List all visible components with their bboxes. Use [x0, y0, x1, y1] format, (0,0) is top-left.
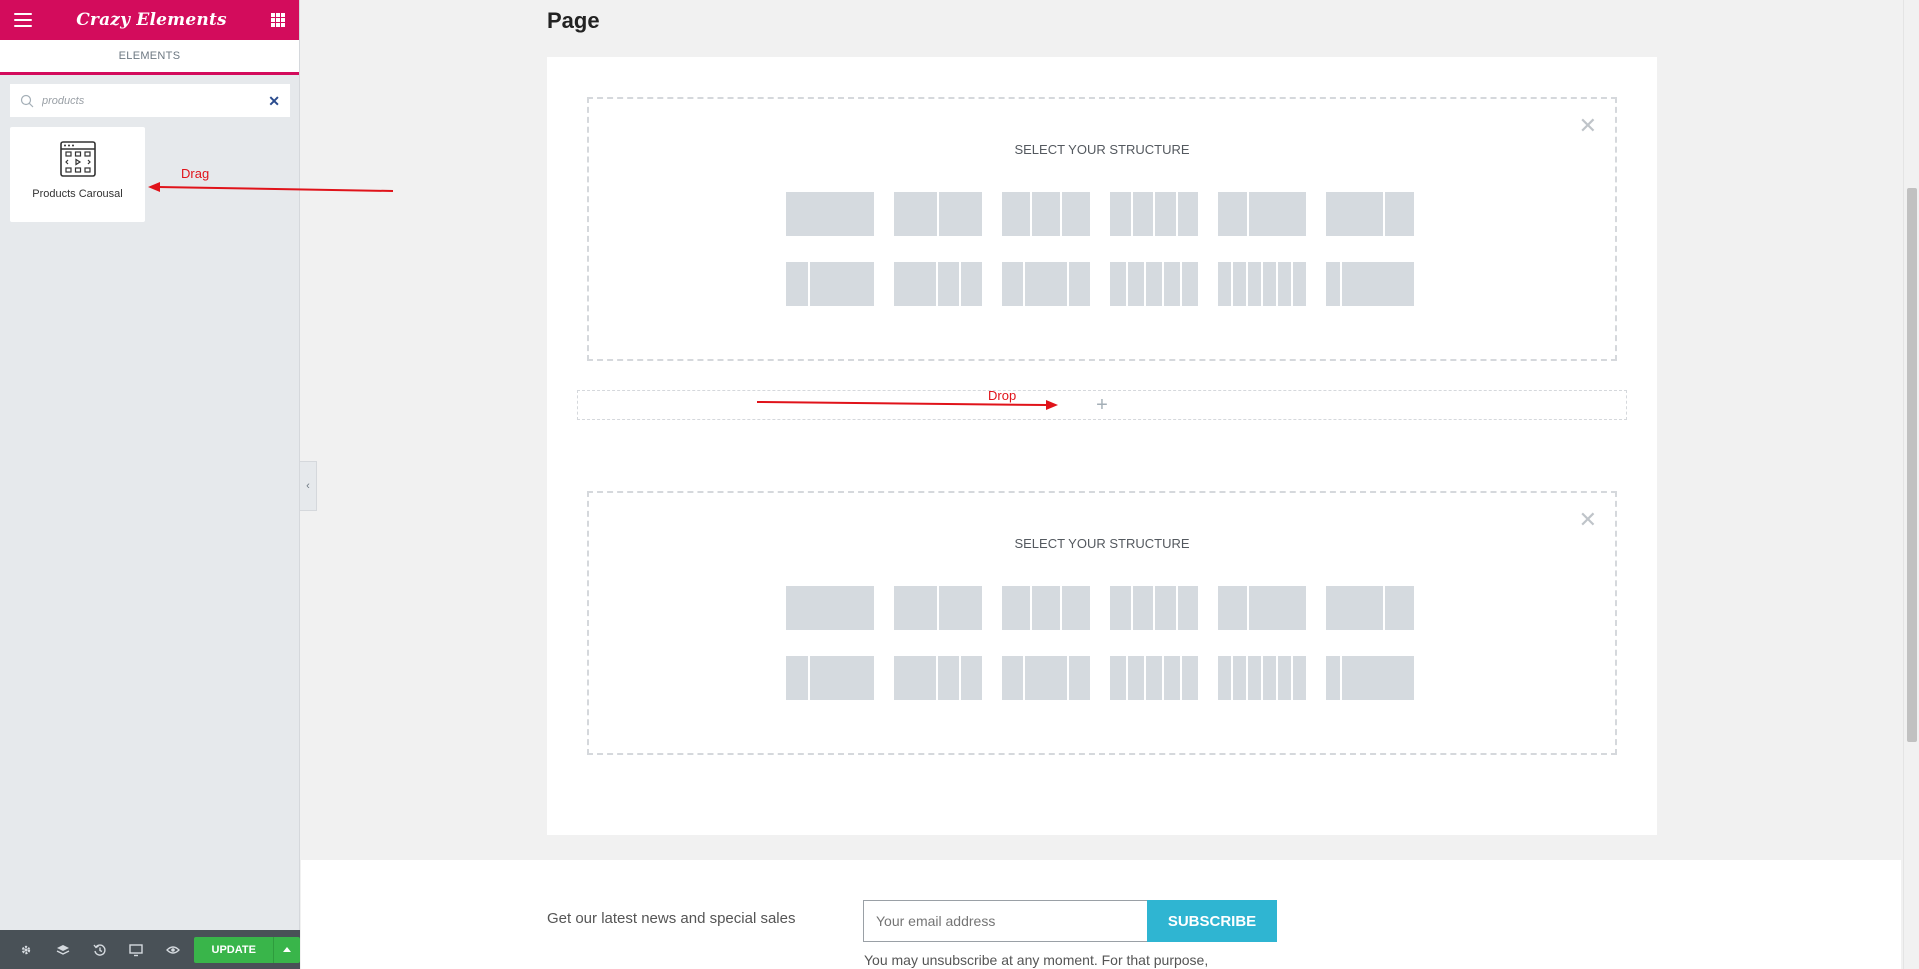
search-input[interactable] — [42, 94, 269, 107]
app-logo: Crazy Elements — [76, 10, 227, 30]
carousel-icon — [59, 141, 96, 182]
preset-6-columns[interactable] — [1218, 656, 1306, 700]
widgets-grid-icon[interactable] — [270, 13, 285, 27]
collapse-panel-chevron-left-icon[interactable]: ‹ — [300, 461, 317, 511]
editor-panel: Crazy Elements ELEMENTS ✕ — [0, 0, 301, 969]
preset-4-columns[interactable] — [1110, 586, 1198, 630]
plus-icon[interactable]: + — [1096, 394, 1108, 417]
drag-annotation: Drag — [181, 166, 210, 181]
close-icon[interactable]: ✕ — [1579, 115, 1597, 137]
publish-options-chevron-up-icon[interactable] — [273, 936, 301, 963]
tab-elements-label: ELEMENTS — [118, 50, 181, 62]
panel-footer: UPDATE — [0, 930, 301, 969]
page-title: Page — [547, 8, 600, 33]
drop-annotation: Drop — [988, 388, 1017, 403]
preset-2-columns[interactable] — [894, 586, 982, 630]
preset-66-33[interactable] — [1326, 586, 1414, 630]
preset-narrow-wide[interactable] — [1326, 262, 1414, 306]
preset-33-66[interactable] — [1218, 586, 1306, 630]
close-icon[interactable]: ✕ — [1579, 509, 1597, 531]
preset-66-33[interactable] — [1326, 192, 1414, 236]
preset-1-column[interactable] — [786, 192, 874, 236]
preset-6-columns[interactable] — [1218, 262, 1306, 306]
preset-3-columns[interactable] — [1002, 192, 1090, 236]
structure-presets — [786, 192, 1416, 306]
preset-25-75[interactable] — [786, 262, 874, 306]
preset-1-column[interactable] — [786, 586, 874, 630]
preset-5-columns[interactable] — [1110, 262, 1198, 306]
select-structure-panel: ✕ SELECT YOUR STRUCTURE — [587, 491, 1617, 755]
email-field[interactable] — [863, 900, 1148, 942]
panel-header: Crazy Elements — [0, 0, 299, 40]
add-section-drop-zone[interactable]: + — [577, 390, 1627, 420]
update-button[interactable]: UPDATE — [194, 936, 274, 963]
newsletter-text: Get our latest news and special sales — [547, 910, 796, 927]
history-icon[interactable] — [81, 930, 118, 969]
newsletter-footer: Get our latest news and special sales SU… — [301, 860, 1901, 969]
preset-25-50-25[interactable] — [1002, 262, 1090, 306]
select-structure-title: SELECT YOUR STRUCTURE — [1014, 142, 1190, 157]
preset-4-columns[interactable] — [1110, 192, 1198, 236]
preset-25-75[interactable] — [786, 656, 874, 700]
hamburger-menu-icon[interactable] — [14, 13, 32, 27]
preset-25-25-50[interactable] — [894, 262, 982, 306]
preset-25-50-25[interactable] — [1002, 656, 1090, 700]
unsubscribe-notice: You may unsubscribe at any moment. For t… — [864, 952, 1209, 968]
preset-5-columns[interactable] — [1110, 656, 1198, 700]
scrollbar-thumb[interactable] — [1907, 188, 1917, 742]
preview-eye-icon[interactable] — [155, 930, 192, 969]
settings-gear-icon[interactable] — [8, 930, 45, 969]
subscribe-button[interactable]: SUBSCRIBE — [1147, 900, 1277, 942]
widget-label: Products Carousal — [32, 188, 123, 200]
preset-2-columns[interactable] — [894, 192, 982, 236]
search-box: ✕ — [10, 84, 290, 117]
structure-presets — [786, 586, 1416, 700]
preset-narrow-wide[interactable] — [1326, 656, 1414, 700]
clear-search-icon[interactable]: ✕ — [268, 94, 280, 108]
preset-33-66[interactable] — [1218, 192, 1306, 236]
tab-elements[interactable]: ELEMENTS — [0, 40, 299, 75]
navigator-layers-icon[interactable] — [45, 930, 82, 969]
preset-3-columns[interactable] — [1002, 586, 1090, 630]
responsive-desktop-icon[interactable] — [118, 930, 155, 969]
preset-25-25-50[interactable] — [894, 656, 982, 700]
select-structure-title: SELECT YOUR STRUCTURE — [1014, 536, 1190, 551]
select-structure-panel: ✕ SELECT YOUR STRUCTURE — [587, 97, 1617, 361]
search-icon — [20, 94, 34, 108]
page-canvas: ✕ SELECT YOUR STRUCTURE + ✕ SELECT YOUR … — [547, 57, 1657, 835]
widget-products-carousal[interactable]: Products Carousal — [10, 127, 145, 222]
page-scrollbar[interactable] — [1903, 0, 1919, 969]
